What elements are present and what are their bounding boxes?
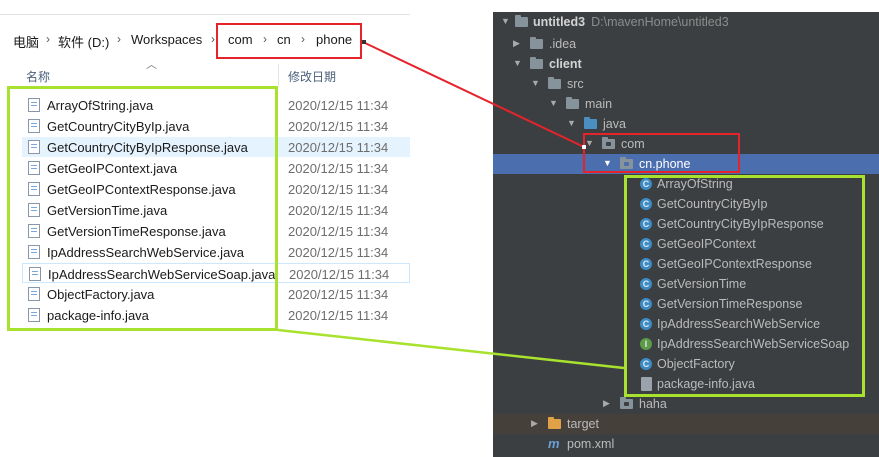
file-date: 2020/12/15 11:34 [288, 98, 389, 113]
expand-down-icon[interactable]: ▼ [531, 78, 540, 88]
toolbar-divider [0, 14, 410, 15]
tree-node-label: main [585, 97, 613, 111]
file-date: 2020/12/15 11:34 [288, 245, 389, 260]
tree-node-root[interactable]: ▼ untitled3 D:\mavenHome\untitled3 [493, 12, 879, 32]
tree-node-haha[interactable]: ▶ haha [493, 394, 879, 414]
file-date: 2020/12/15 11:34 [288, 182, 389, 197]
tree-node-label: pom.xml [567, 437, 615, 451]
expand-down-icon[interactable]: ▼ [567, 118, 576, 128]
sort-ascending-icon: ︿ [146, 59, 157, 71]
file-date: 2020/12/15 11:34 [288, 287, 389, 302]
breadcrumb-item-drive[interactable]: 软件 (D:) [58, 32, 109, 51]
tree-node-pom[interactable]: m pom.xml [493, 434, 879, 454]
tree-node-idea[interactable]: ▶ .idea [493, 34, 879, 54]
file-date: 2020/12/15 11:34 [288, 161, 389, 176]
tree-node-client[interactable]: ▼ client [493, 54, 879, 74]
expand-right-icon[interactable]: ▶ [513, 38, 520, 49]
module-folder-icon [530, 57, 543, 69]
annotation-red-box-breadcrumb [216, 23, 362, 59]
file-date: 2020/12/15 11:34 [288, 224, 389, 239]
tree-node-label: untitled3 D:\mavenHome\untitled3 [533, 15, 729, 29]
annotation-red-box-package [583, 133, 740, 173]
file-date: 2020/12/15 11:34 [288, 308, 389, 323]
expand-down-icon[interactable]: ▼ [549, 98, 558, 108]
folder-icon [566, 97, 579, 109]
chevron-right-icon[interactable]: › [211, 32, 215, 46]
tree-node-src[interactable]: ▼ src [493, 74, 879, 94]
tree-node-label: client [549, 57, 582, 71]
tree-node-label: java [603, 117, 626, 131]
maven-file-icon: m [548, 436, 560, 451]
package-icon [620, 397, 633, 409]
project-path: D:\mavenHome\untitled3 [591, 15, 729, 29]
module-folder-icon [515, 15, 528, 27]
breadcrumb-item-workspaces[interactable]: Workspaces [131, 32, 202, 47]
tree-node-label: src [567, 77, 584, 91]
chevron-right-icon[interactable]: › [117, 32, 121, 46]
file-date: 2020/12/15 11:34 [288, 140, 389, 155]
chevron-right-icon[interactable]: › [46, 32, 50, 46]
expand-down-icon[interactable]: ▼ [501, 16, 510, 26]
expand-down-icon[interactable]: ▼ [513, 58, 522, 68]
annotation-green-box-classes [624, 175, 865, 397]
file-date: 2020/12/15 11:34 [288, 203, 389, 218]
tree-node-main[interactable]: ▼ main [493, 94, 879, 114]
breadcrumb-item-computer[interactable]: 电脑 [13, 32, 39, 51]
excluded-folder-icon [548, 417, 561, 429]
folder-icon [548, 77, 561, 89]
tree-node-label: target [567, 417, 599, 431]
source-root-folder-icon [584, 117, 597, 129]
column-header-name[interactable]: 名称 [26, 68, 50, 85]
expand-right-icon[interactable]: ▶ [603, 398, 610, 409]
expand-right-icon[interactable]: ▶ [531, 418, 538, 429]
column-divider[interactable] [278, 64, 279, 86]
tree-node-java[interactable]: ▼ java [493, 114, 879, 134]
file-date: 2020/12/15 11:34 [288, 119, 389, 134]
column-header-date[interactable]: 修改日期 [288, 68, 336, 85]
tree-node-target[interactable]: ▶ target [493, 414, 879, 434]
annotation-green-box-files [7, 86, 278, 331]
folder-icon [530, 37, 543, 49]
project-name: untitled3 [533, 15, 586, 29]
tree-node-label: .idea [549, 37, 577, 51]
tree-node-label: haha [639, 397, 667, 411]
file-date: 2020/12/15 11:34 [289, 267, 390, 282]
